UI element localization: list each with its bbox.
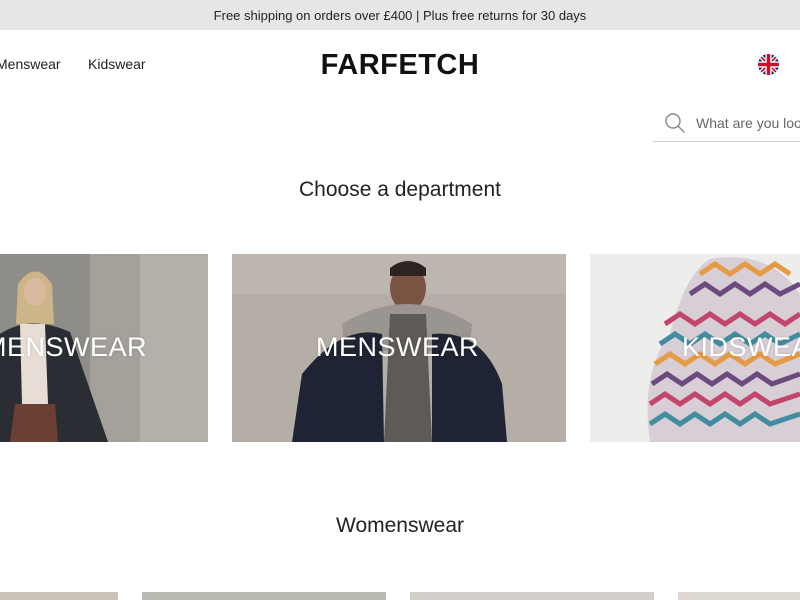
department-tile-label: MENSWEAR: [316, 332, 480, 362]
womenswear-section-heading: Womenswear: [336, 514, 464, 537]
site-header: Menswear Kidswear FARFETCH: [0, 30, 800, 100]
womenswear-product-thumbnail[interactable]: [0, 592, 118, 600]
womenswear-product-thumbnail[interactable]: [678, 592, 800, 600]
uk-flag-icon[interactable]: [758, 54, 779, 75]
nav-kidswear-link[interactable]: Kidswear: [88, 56, 146, 72]
womenswear-product-thumbnail[interactable]: [410, 592, 654, 600]
promo-banner: Free shipping on orders over £400 | Plus…: [0, 0, 800, 30]
department-heading: Choose a department: [299, 178, 501, 201]
promo-text: Free shipping on orders over £400 | Plus…: [213, 7, 587, 23]
department-tile-menswear[interactable]: MENSWEAR: [232, 254, 566, 442]
search-bar: [653, 104, 800, 142]
search-icon[interactable]: [664, 112, 686, 134]
nav-menswear-link[interactable]: Menswear: [0, 56, 61, 72]
farfetch-logo[interactable]: FARFETCH: [297, 48, 503, 82]
search-input[interactable]: [696, 114, 800, 131]
womenswear-product-thumbnail[interactable]: [142, 592, 386, 600]
department-tile-label: KIDSWEAR: [682, 332, 800, 362]
department-tile-label: MENSWEAR: [0, 332, 148, 362]
department-tile-kidswear[interactable]: KIDSWEAR: [590, 254, 800, 442]
department-tile-menswear-1[interactable]: MENSWEAR: [0, 254, 208, 442]
